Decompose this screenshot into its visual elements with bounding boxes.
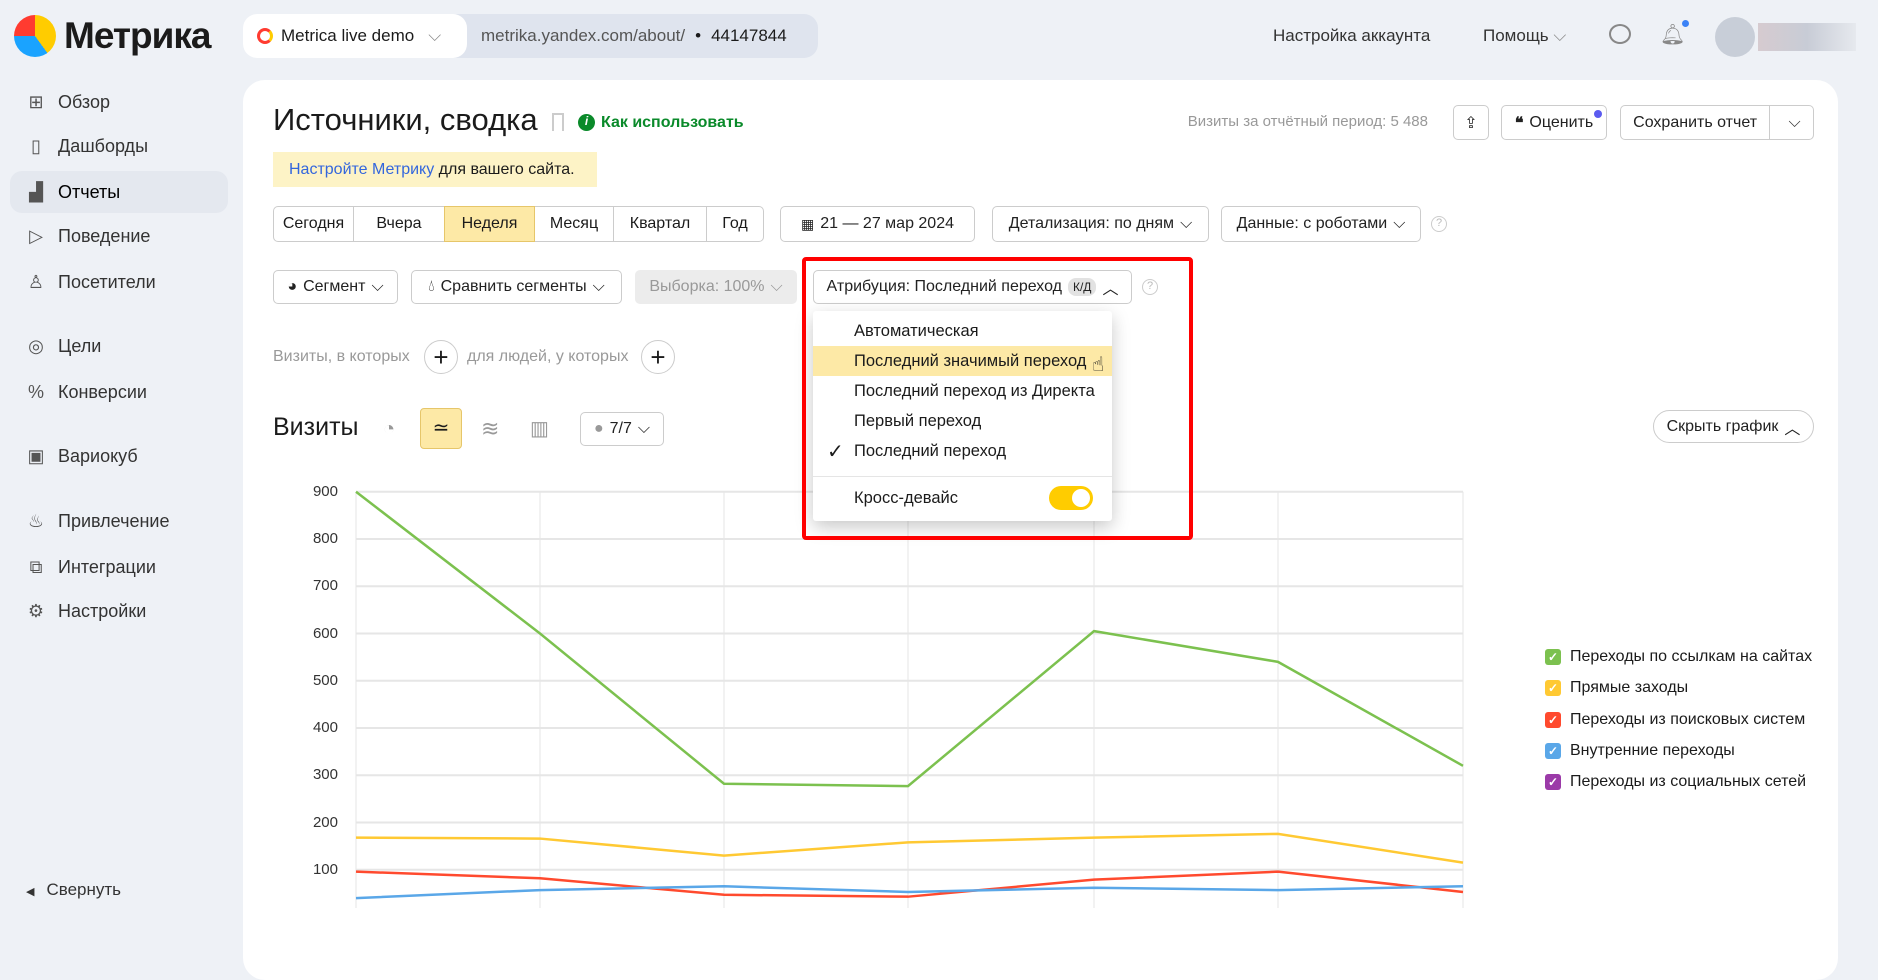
cross-device-row: Кросс-девайс (813, 483, 1112, 513)
legend-item[interactable]: ✓ Переходы из социальных сетей (1545, 773, 1806, 791)
attribution-option[interactable]: Автоматическая (813, 316, 1112, 346)
checkbox-checked-icon[interactable]: ✓ (1545, 774, 1561, 791)
check-icon: ✓ (827, 440, 844, 463)
attribution-menu: Автоматическая Последний значимый переход… (813, 311, 1112, 521)
legend-item[interactable]: ✓ Прямые заходы (1545, 679, 1688, 697)
series-line (355, 490, 1464, 788)
legend-item[interactable]: ✓ Переходы по ссылкам на сайтах (1545, 648, 1812, 666)
checkbox-checked-icon[interactable]: ✓ (1545, 649, 1561, 665)
y-tick-label: 600 (312, 624, 338, 642)
cross-device-toggle[interactable] (1049, 486, 1093, 510)
attribution-option[interactable]: Первый переход (813, 406, 1112, 436)
checkbox-checked-icon[interactable]: ✓ (1545, 711, 1561, 728)
y-tick-label: 900 (312, 482, 338, 500)
y-tick-label: 400 (312, 719, 338, 736)
y-tick-label: 800 (312, 530, 338, 547)
y-tick-label: 200 (312, 813, 338, 831)
attribution-option[interactable]: ✓ Последний переход (813, 436, 1112, 466)
checkbox-checked-icon[interactable]: ✓ (1545, 680, 1561, 697)
hand-cursor-icon: ☝︎ (1092, 354, 1105, 376)
legend-item[interactable]: ✓ Внутренние переходы (1545, 742, 1735, 760)
attribution-option[interactable]: Последний переход из Директа (813, 376, 1112, 406)
y-tick-label: 700 (312, 577, 338, 595)
period-tab[interactable]: Неделя (444, 206, 535, 242)
y-tick-label: 300 (312, 766, 338, 784)
y-tick-label: 500 (312, 671, 338, 689)
y-tick-label: 100 (312, 860, 338, 878)
legend-item[interactable]: ✓ Переходы из поисковых систем (1545, 711, 1805, 729)
attribution-option[interactable]: Последний значимый переход (813, 346, 1112, 376)
series-line (355, 832, 1464, 864)
checkbox-checked-icon[interactable]: ✓ (1545, 742, 1561, 759)
